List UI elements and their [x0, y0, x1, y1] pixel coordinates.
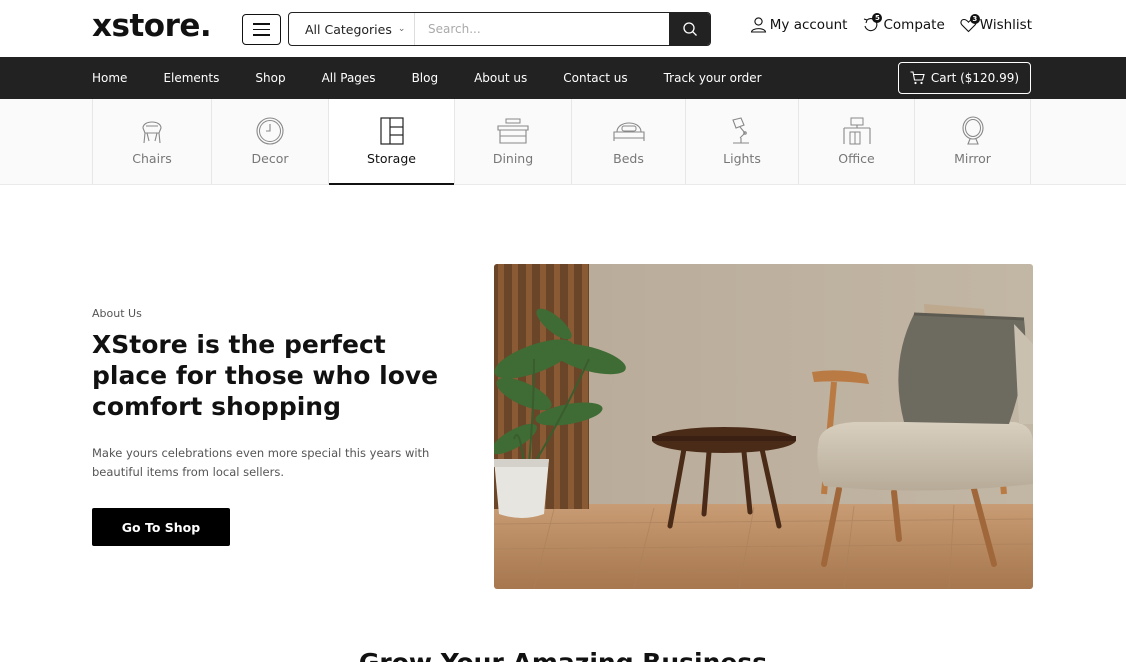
menu-line — [253, 23, 270, 25]
section-heading: Grow Your Amazing Business — [0, 648, 1126, 662]
chevron-down-icon: ⌄ — [397, 24, 406, 34]
category-label: Lights — [723, 151, 761, 166]
search-icon — [682, 22, 697, 36]
cabinet-icon — [379, 117, 404, 145]
cart-label: Cart ($120.99) — [930, 71, 1020, 85]
category-label: Chairs — [132, 151, 172, 166]
category-label: Decor — [251, 151, 289, 166]
category-decor[interactable]: Decor — [211, 99, 328, 184]
category-label: Office — [838, 151, 875, 166]
hero-image — [494, 264, 1033, 589]
compare-link[interactable]: 5 Compate — [862, 13, 945, 33]
category-dining[interactable]: Dining — [454, 99, 571, 184]
category-label: Storage — [367, 151, 416, 166]
category-select-value: All Categories — [305, 21, 392, 37]
category-lights[interactable]: Lights — [685, 99, 798, 184]
menu-line — [253, 28, 270, 31]
dining-table-icon — [497, 118, 529, 144]
nav-item-track-order[interactable]: Track your order — [664, 71, 762, 85]
desk-icon — [842, 117, 871, 145]
wishlist-link[interactable]: 3 Wishlist — [960, 13, 1032, 33]
category-office[interactable]: Office — [798, 99, 914, 184]
category-mirror[interactable]: Mirror — [914, 99, 1031, 184]
bed-icon — [612, 122, 645, 141]
site-logo[interactable]: xstore. — [92, 8, 212, 44]
cart-button[interactable]: Cart ($120.99) — [898, 62, 1031, 94]
category-label: Beds — [613, 151, 644, 166]
go-to-shop-button[interactable]: Go To Shop — [92, 508, 230, 546]
nav-item-all-pages[interactable]: All Pages — [322, 71, 376, 85]
wishlist-label: Wishlist — [979, 16, 1032, 33]
category-label: Dining — [492, 151, 534, 166]
clock-icon — [256, 117, 284, 145]
category-label: Mirror — [954, 151, 991, 166]
category-chairs[interactable]: Chairs — [92, 99, 211, 184]
category-strip: Chairs Decor Storage Dining Beds Lights … — [0, 99, 1126, 185]
hero-room-illustration — [494, 264, 1033, 589]
nav-menu: Home Elements Shop All Pages Blog About … — [92, 57, 798, 99]
nav-item-contact-us[interactable]: Contact us — [563, 71, 627, 85]
top-header: xstore. All Categories ⌄ My account 5 Co… — [0, 0, 1126, 57]
hamburger-menu-button[interactable] — [242, 14, 281, 45]
search-button[interactable] — [669, 13, 710, 45]
user-icon — [750, 17, 766, 33]
chair-icon — [142, 121, 162, 144]
nav-item-about-us[interactable]: About us — [474, 71, 527, 85]
category-select[interactable]: All Categories ⌄ — [289, 13, 415, 45]
menu-line — [253, 34, 270, 36]
compare-count-badge: 5 — [872, 13, 883, 23]
my-account-link[interactable]: My account — [750, 16, 848, 33]
search-input[interactable] — [415, 13, 669, 45]
nav-item-blog[interactable]: Blog — [412, 71, 439, 85]
main-navigation: Home Elements Shop All Pages Blog About … — [0, 57, 1126, 99]
search-bar: All Categories ⌄ — [288, 12, 711, 46]
cart-icon — [910, 71, 925, 85]
category-beds[interactable]: Beds — [571, 99, 685, 184]
header-links: My account 5 Compate 3 Wishlist — [750, 13, 1032, 33]
lamp-icon — [732, 117, 749, 144]
hero-title: XStore is the perfect place for those wh… — [92, 330, 439, 421]
compare-label: Compate — [883, 16, 945, 33]
hero-description: Make yours celebrations even more specia… — [92, 446, 430, 479]
category-storage[interactable]: Storage — [328, 99, 454, 185]
nav-item-shop[interactable]: Shop — [255, 71, 285, 85]
my-account-label: My account — [769, 16, 848, 33]
about-kicker: About Us — [92, 307, 142, 320]
nav-item-home[interactable]: Home — [92, 71, 127, 85]
nav-item-elements[interactable]: Elements — [163, 71, 219, 85]
wishlist-count-badge: 3 — [969, 13, 980, 24]
mirror-icon — [961, 116, 984, 145]
